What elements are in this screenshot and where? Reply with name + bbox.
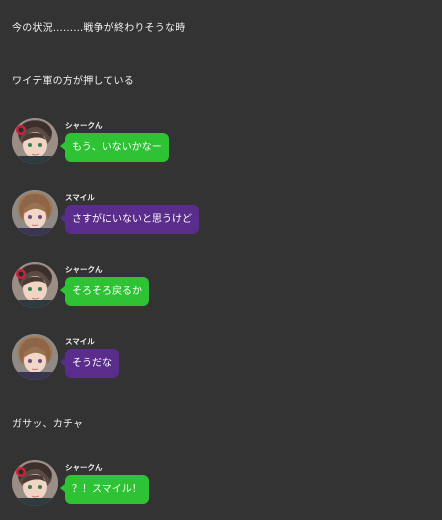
message-text: もう、いないかなー	[72, 142, 162, 153]
bubble-tail	[60, 357, 66, 367]
message-bubble[interactable]: そろそろ戻るか	[60, 277, 149, 306]
chat-message: スマイル そうだな	[12, 334, 432, 394]
smile-avatar-icon[interactable]	[12, 334, 58, 380]
bubble-tail	[60, 213, 66, 223]
message-text: ？！スマイル！	[72, 484, 142, 495]
chat-message: シャークん もう、いないかなー	[12, 118, 432, 178]
narration-3: ガサッ、カチャ	[12, 419, 84, 430]
sender-name: スマイル	[65, 193, 95, 202]
sender-name: シャークん	[65, 121, 103, 130]
narration-1: 今の状況………戦争が終わりそうな時	[12, 23, 186, 34]
sender-name: シャークん	[65, 265, 103, 274]
message-bubble[interactable]: もう、いないかなー	[60, 133, 169, 162]
shark-avatar-icon[interactable]	[12, 118, 58, 164]
bubble-tail	[60, 141, 66, 151]
shark-avatar-icon[interactable]	[12, 262, 58, 308]
message-bubble[interactable]: ？！スマイル！	[60, 475, 149, 504]
shark-avatar-icon[interactable]	[12, 460, 58, 506]
message-text: そうだな	[72, 358, 112, 369]
sender-name: シャークん	[65, 463, 103, 472]
message-bubble[interactable]: さすがにいないと思うけど	[60, 205, 199, 234]
chat-message: スマイル さすがにいないと思うけど	[12, 190, 432, 250]
chat-message: シャークん そろそろ戻るか	[12, 262, 432, 322]
message-text: さすがにいないと思うけど	[72, 214, 192, 225]
message-bubble[interactable]: そうだな	[60, 349, 119, 378]
message-text: そろそろ戻るか	[72, 286, 142, 297]
chat-message: シャークん ？！スマイル！	[12, 460, 432, 520]
smile-avatar-icon[interactable]	[12, 190, 58, 236]
bubble-tail	[60, 483, 66, 493]
bubble-tail	[60, 285, 66, 295]
narration-2: ワイテ軍の方が押している	[12, 76, 134, 87]
sender-name: スマイル	[65, 337, 95, 346]
